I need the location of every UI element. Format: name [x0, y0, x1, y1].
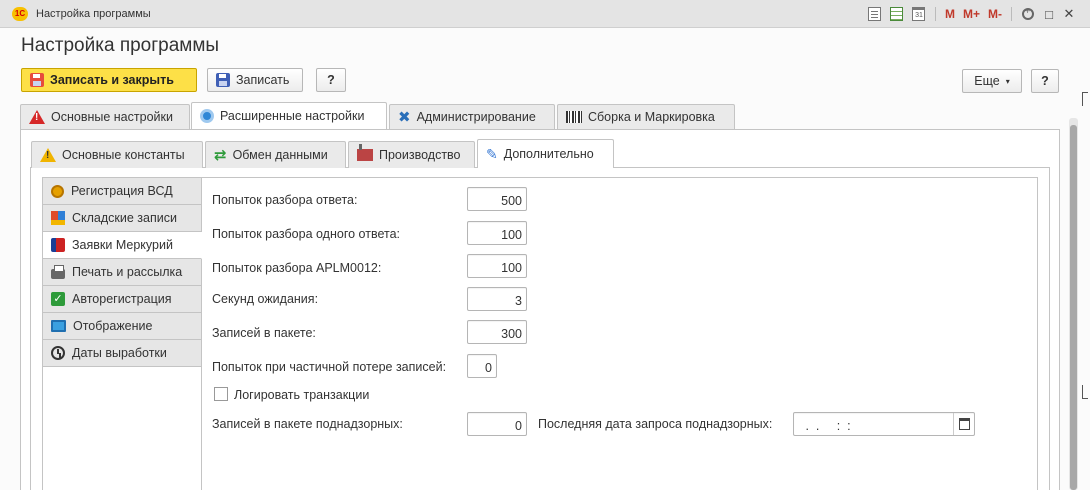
side-tab-production-dates[interactable]: Даты выработки [43, 340, 202, 367]
page-title: Настройка программы [21, 35, 220, 56]
log-transactions-label: Логировать транзакции [234, 388, 370, 402]
document-icon[interactable] [865, 5, 885, 23]
maximize-icon[interactable]: □ [1040, 7, 1058, 22]
app-logo-icon: 1С [12, 7, 28, 21]
side-tab-label: Заявки Меркурий [72, 238, 173, 252]
save-and-close-button[interactable]: Записать и закрыть [21, 68, 197, 92]
table-icon[interactable] [887, 5, 907, 23]
medal-icon [51, 184, 64, 198]
save-button[interactable]: Записать [207, 68, 303, 92]
side-tab-vsd-registration[interactable]: Регистрация ВСД [43, 178, 202, 205]
aplm-parse-attempts-label: Попыток разбора APLM0012: [212, 261, 382, 275]
dropdown-arrow-icon: ▾ [1005, 76, 1010, 86]
divider [1011, 7, 1012, 21]
batch-records-label: Записей в пакете: [212, 326, 316, 340]
side-tab-warehouse-records[interactable]: Складские записи [43, 205, 202, 232]
tab-basic-settings[interactable]: Основные настройки [20, 104, 190, 129]
factory-icon [357, 144, 373, 161]
title-bar-tools: 31 M M+ M- □ ✕ [865, 5, 1078, 23]
tab-advanced-settings[interactable]: Расширенные настройки [191, 102, 387, 129]
barcode-icon [566, 111, 582, 123]
tab-administration[interactable]: ✖ Администрирование [389, 104, 555, 129]
calendar-icon [958, 418, 970, 430]
tab-label: Сборка и Маркировка [588, 110, 715, 124]
subtab-additional[interactable]: ✎ Дополнительно [477, 139, 614, 168]
save-label: Записать [236, 73, 290, 87]
side-tab-print-mailing[interactable]: Печать и рассылка [43, 259, 202, 286]
single-parse-attempts-label: Попыток разбора одного ответа: [212, 227, 400, 241]
tab-label: Основные настройки [51, 110, 173, 124]
subtab-label: Производство [379, 148, 461, 162]
boxes-icon [51, 211, 65, 225]
clock-icon [51, 346, 65, 360]
calendar-number: 31 [912, 7, 926, 21]
help-button[interactable]: ? [316, 68, 346, 92]
floppy-icon [216, 73, 230, 87]
parse-attempts-input[interactable]: 500 [467, 187, 527, 211]
batch-records-input[interactable]: 300 [467, 320, 527, 344]
warning-icon [40, 148, 56, 162]
bracket-bottom-decor [1082, 385, 1088, 399]
calendar-picker-button[interactable] [953, 413, 974, 435]
floppy-icon [30, 73, 44, 87]
zoom-icon[interactable] [1018, 5, 1038, 23]
side-tab-label: Складские записи [72, 211, 177, 225]
side-tab-label: Отображение [73, 319, 153, 333]
calendar-icon[interactable]: 31 [909, 5, 929, 23]
memory-plus-button[interactable]: M+ [960, 5, 983, 23]
tab-assembly-marking[interactable]: Сборка и Маркировка [557, 104, 735, 129]
supervised-batch-label: Записей в пакете поднадзорных: [212, 417, 403, 431]
printer-icon [51, 264, 65, 279]
aplm-parse-attempts-input[interactable]: 100 [467, 254, 527, 278]
log-transactions-checkbox[interactable] [214, 387, 228, 401]
last-request-date-label: Последняя дата запроса поднадзорных: [538, 417, 773, 431]
tab-label: Администрирование [416, 110, 536, 124]
side-tab-mercury-requests[interactable]: Заявки Меркурий [43, 232, 202, 259]
more-button[interactable]: Еще ▾ [962, 69, 1022, 93]
side-tab-label: Авторегистрация [72, 292, 172, 306]
subtab-production[interactable]: Производство [348, 141, 475, 168]
more-label: Еще [974, 74, 1000, 88]
supervised-batch-input[interactable]: 0 [467, 412, 527, 436]
settings-window: 1С Настройка программы 31 M M+ M- □ ✕ На… [0, 0, 1090, 490]
side-tab-autoregistration[interactable]: ✓ Авторегистрация [43, 286, 202, 313]
monitor-icon [51, 320, 66, 332]
pen-icon: ✎ [486, 145, 498, 162]
wait-seconds-label: Секунд ожидания: [212, 292, 319, 306]
help-button-right[interactable]: ? [1031, 69, 1059, 93]
window-title: Настройка программы [36, 8, 151, 20]
subtab-label: Дополнительно [503, 147, 594, 161]
wait-seconds-input[interactable]: 3 [467, 287, 527, 311]
subtab-basic-constants[interactable]: Основные константы [31, 141, 203, 168]
partial-loss-attempts-input[interactable]: 0 [467, 354, 497, 378]
subtab-label: Основные константы [62, 148, 185, 162]
sync-icon: ⇄ [214, 146, 227, 164]
close-icon[interactable]: ✕ [1060, 6, 1078, 22]
side-tab-label: Регистрация ВСД [71, 184, 173, 198]
single-parse-attempts-input[interactable]: 100 [467, 221, 527, 245]
tools-icon: ✖ [398, 108, 411, 126]
partial-loss-attempts-label: Попыток при частичной потере записей: [212, 360, 447, 374]
subtab-data-exchange[interactable]: ⇄ Обмен данными [205, 141, 346, 168]
memory-minus-button[interactable]: M- [985, 5, 1005, 23]
cube-icon [51, 238, 65, 252]
tab-label: Расширенные настройки [220, 109, 365, 123]
title-bar: 1С Настройка программы 31 M M+ M- □ ✕ [0, 0, 1090, 28]
side-tab-label: Печать и рассылка [72, 265, 183, 279]
save-and-close-label: Записать и закрыть [50, 73, 174, 87]
warning-icon [29, 110, 45, 124]
scrollbar-thumb[interactable] [1070, 125, 1077, 490]
check-icon: ✓ [51, 292, 65, 306]
settings-icon [200, 109, 214, 123]
last-request-date-input[interactable]: . . : : [793, 412, 975, 436]
subtab-label: Обмен данными [232, 148, 328, 162]
side-tab-label: Даты выработки [72, 346, 167, 360]
memory-m-button[interactable]: M [942, 5, 958, 23]
divider [934, 7, 936, 21]
bracket-top-decor [1082, 92, 1088, 106]
parse-attempts-label: Попыток разбора ответа: [212, 193, 358, 207]
side-tab-display[interactable]: Отображение [43, 313, 202, 340]
